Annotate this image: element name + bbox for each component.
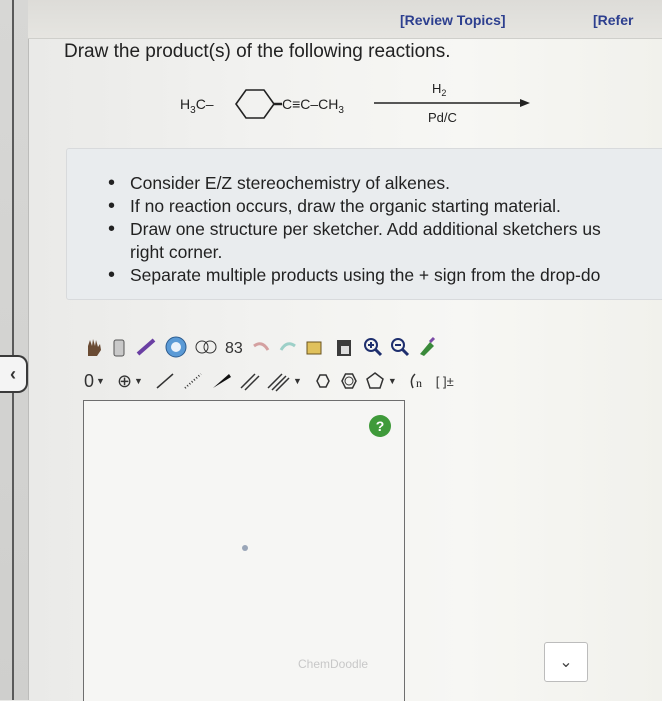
clean-icon[interactable]	[416, 334, 440, 360]
triple-bond-icon[interactable]: ▼	[265, 368, 302, 394]
pen-icon[interactable]	[134, 334, 158, 360]
hashed-bond-icon[interactable]	[181, 368, 205, 394]
left-side-panel	[0, 0, 29, 700]
sn-repeat-button[interactable]: n	[407, 368, 431, 394]
chemdoodle-watermark: ChemDoodle	[298, 657, 369, 671]
zoom-out-icon[interactable]	[389, 334, 411, 360]
undo-icon[interactable]	[250, 334, 272, 360]
instruction-item: Separate multiple products using the + s…	[106, 264, 662, 287]
bracket-button[interactable]: [ ]±	[435, 368, 455, 394]
reaction-right-group: C≡C–CH3	[282, 96, 344, 116]
caret-down-icon: ▼	[292, 376, 302, 386]
pentagon-ring-icon[interactable]: ▼	[364, 368, 397, 394]
instruction-item: Draw one structure per sketcher. Add add…	[106, 218, 662, 241]
canvas-center-dot	[242, 545, 248, 551]
zoom-in-icon[interactable]	[362, 334, 384, 360]
instructions-list: Consider E/Z stereochemistry of alkenes.…	[106, 172, 662, 287]
reagent-bottom: Pd/C	[428, 110, 457, 125]
reaction-scheme: H3C– C≡C–CH3 H2 Pd/C	[180, 81, 530, 125]
caret-down-icon: ▼	[96, 376, 105, 386]
instruction-item: Consider E/Z stereochemistry of alkenes.	[106, 172, 662, 195]
reagent-top: H2	[432, 81, 446, 98]
sketcher-toolbar-top: 83	[84, 332, 440, 362]
chevron-left-icon: ‹	[10, 363, 16, 384]
cyclohexane-ring	[235, 89, 275, 119]
ring-template-icon[interactable]	[163, 334, 189, 360]
copy-icon[interactable]	[304, 334, 328, 360]
top-bar	[28, 0, 662, 39]
charge-label: 0	[84, 370, 95, 391]
svg-text:n: n	[416, 376, 422, 390]
panel-divider	[12, 0, 14, 700]
review-topics-link[interactable]: [Review Topics]	[400, 12, 506, 28]
benzene-ring-icon[interactable]	[338, 368, 360, 394]
hexagon-ring-icon[interactable]	[312, 368, 334, 394]
hand-tool-icon[interactable]	[84, 334, 104, 360]
single-bond-icon[interactable]	[153, 368, 177, 394]
collapse-panel-button[interactable]: ‹	[0, 355, 28, 393]
eraser-icon[interactable]	[109, 334, 129, 360]
reaction-left-group: H3C–	[180, 96, 214, 116]
instruction-item: If no reaction occurs, draw the organic …	[106, 195, 662, 218]
caret-down-icon: ▼	[387, 376, 397, 386]
help-button[interactable]: ?	[369, 415, 391, 437]
add-charge-label: ⊕	[116, 370, 133, 391]
sketcher-toolbar-bottom: 0 ▼ ⊕ ▼ ▼ ▼ n [ ]±	[84, 366, 455, 396]
charge-button[interactable]: 0 ▼	[84, 368, 105, 394]
redo-icon[interactable]	[277, 334, 299, 360]
product-dropdown[interactable]: ⌄	[544, 642, 588, 682]
caret-down-icon: ▼	[134, 376, 143, 386]
paste-icon[interactable]	[333, 334, 357, 360]
instruction-continuation: right corner.	[130, 242, 223, 262]
question-title: Draw the product(s) of the following rea…	[64, 41, 451, 62]
wedge-bond-icon[interactable]	[209, 368, 233, 394]
double-bond-icon[interactable]	[237, 368, 261, 394]
references-link[interactable]: [Refer	[593, 12, 633, 28]
chain-icon[interactable]: 83	[223, 334, 245, 360]
atom-map-icon[interactable]	[194, 334, 218, 360]
add-charge-button[interactable]: ⊕ ▼	[117, 368, 143, 394]
svg-text:83: 83	[225, 340, 243, 357]
chevron-down-icon: ⌄	[559, 654, 573, 671]
sketcher-canvas[interactable]: ? ChemDoodle	[83, 400, 405, 701]
